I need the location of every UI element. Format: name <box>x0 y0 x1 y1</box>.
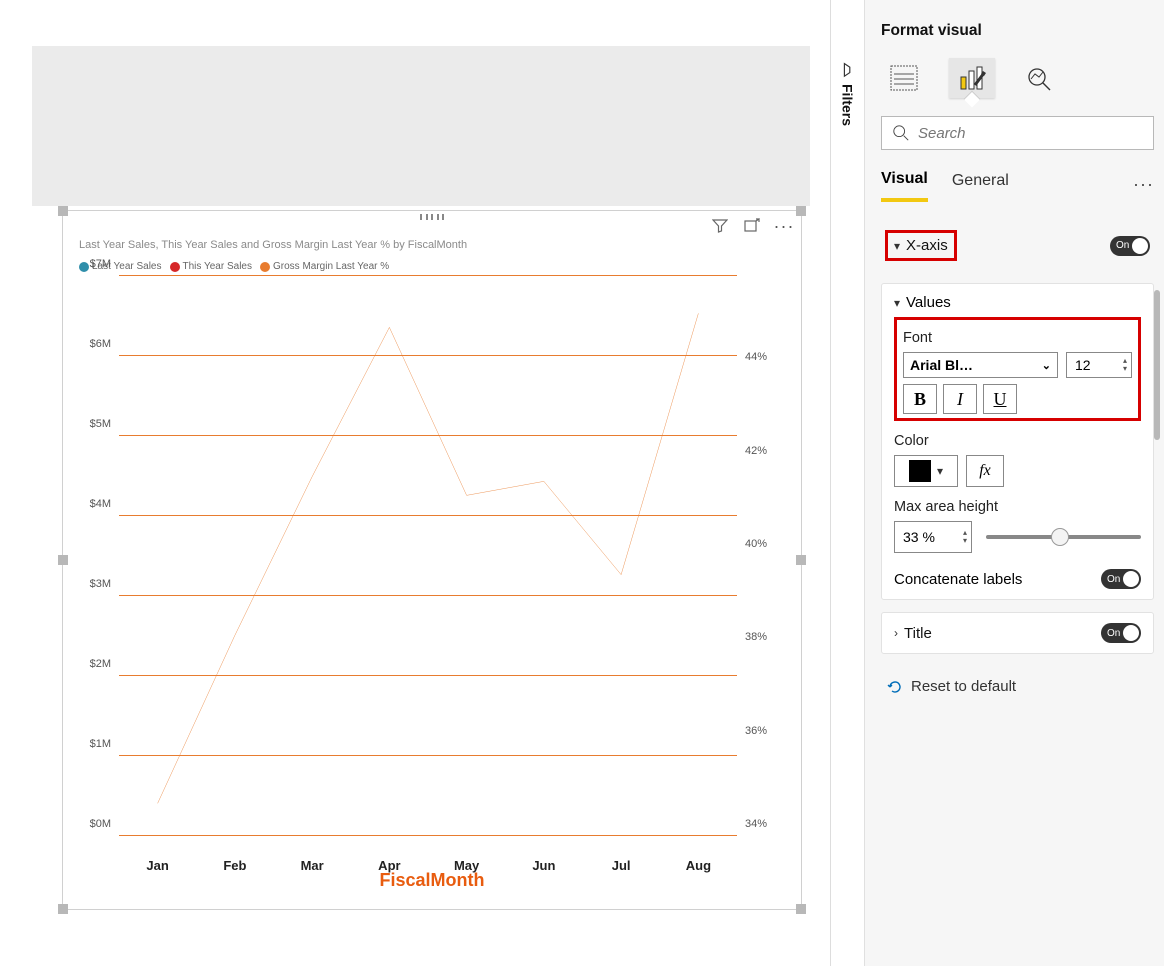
color-label: Color <box>894 433 1141 449</box>
gridline <box>119 835 737 836</box>
filter-icon[interactable] <box>711 217 729 235</box>
chevron-right-icon: › <box>894 626 898 640</box>
resize-handle[interactable] <box>58 904 68 914</box>
x-tick: Jan <box>146 858 168 873</box>
gridline <box>119 595 737 596</box>
max-height-label: Max area height <box>894 499 1141 515</box>
concat-label: Concatenate labels <box>894 571 1022 588</box>
resize-handle[interactable] <box>58 555 68 565</box>
chevron-down-icon: ▾ <box>894 239 900 253</box>
more-options-icon[interactable]: ··· <box>775 217 793 235</box>
x-axis-title: FiscalMonth <box>63 870 801 891</box>
y-left-tick: $2M <box>90 658 111 670</box>
filters-label: Filters <box>840 84 856 126</box>
search-input[interactable] <box>918 125 1143 142</box>
gridline <box>119 435 737 436</box>
focus-mode-icon[interactable] <box>743 217 761 235</box>
resize-handle[interactable] <box>796 206 806 216</box>
build-tab-icon[interactable] <box>881 58 927 98</box>
x-tick: May <box>454 858 479 873</box>
format-tab-icon[interactable] <box>949 58 995 98</box>
gridline <box>119 275 737 276</box>
y-right-tick: 44% <box>745 351 767 363</box>
y-right-tick: 40% <box>745 538 767 550</box>
pane-title: Format visual <box>881 8 1154 50</box>
chevron-down-icon: ⌄ <box>1042 359 1051 372</box>
y-left-tick: $7M <box>90 258 111 270</box>
section-title: › Title On <box>881 612 1154 654</box>
spinner-down-icon[interactable]: ▾ <box>963 537 967 545</box>
filters-pane-collapsed[interactable]: Filters <box>830 0 864 966</box>
visual-header: ··· <box>711 217 793 235</box>
color-picker[interactable]: ▾ <box>894 455 958 487</box>
pane-mode-tabs <box>881 50 1154 116</box>
y-left-tick: $6M <box>90 338 111 350</box>
x-tick: Aug <box>686 858 711 873</box>
resize-handle[interactable] <box>796 555 806 565</box>
y-right-tick: 36% <box>745 725 767 737</box>
y-left-tick: $1M <box>90 738 111 750</box>
spinner-down-icon[interactable]: ▾ <box>1123 365 1127 373</box>
section-values: ▾ Values Font Arial Bl…⌄ 12 ▴▾ B I U Col… <box>881 283 1154 600</box>
italic-button[interactable]: I <box>943 384 977 414</box>
analytics-tab-icon[interactable] <box>1017 58 1063 98</box>
x-tick: Mar <box>301 858 324 873</box>
chevron-down-icon: ▾ <box>937 464 943 478</box>
y-left-tick: $4M <box>90 498 111 510</box>
x-tick: Jul <box>612 858 631 873</box>
y-left-tick: $5M <box>90 418 111 430</box>
max-height-slider[interactable] <box>986 535 1141 539</box>
search-box[interactable] <box>881 116 1154 150</box>
format-pane: Format visual Visual General ··· ▾ X-axi… <box>864 0 1164 966</box>
font-family-select[interactable]: Arial Bl…⌄ <box>903 352 1058 378</box>
x-axis-toggle[interactable]: On <box>1110 236 1150 256</box>
max-height-input[interactable]: 33 % ▴▾ <box>894 521 972 553</box>
chart-legend: Last Year Sales This Year Sales Gross Ma… <box>63 257 801 276</box>
chevron-down-icon: ▾ <box>894 296 900 310</box>
x-tick: Jun <box>532 858 555 873</box>
fx-button[interactable]: fx <box>966 455 1004 487</box>
title-header[interactable]: › Title On <box>894 623 1141 643</box>
bold-button[interactable]: B <box>903 384 937 414</box>
underline-button[interactable]: U <box>983 384 1017 414</box>
chart-visual[interactable]: ··· Last Year Sales, This Year Sales and… <box>62 210 802 910</box>
gridline <box>119 515 737 516</box>
x-tick: Apr <box>378 858 400 873</box>
tab-visual[interactable]: Visual <box>881 166 928 202</box>
y-left-tick: $0M <box>90 818 111 830</box>
y-right-tick: 38% <box>745 631 767 643</box>
search-icon <box>892 124 910 142</box>
title-toggle[interactable]: On <box>1101 623 1141 643</box>
section-x-axis: ▾ X-axis On <box>881 220 1154 271</box>
format-tab-bar: Visual General ··· <box>881 166 1154 202</box>
x-tick: Feb <box>223 858 246 873</box>
x-axis-header[interactable]: ▾ X-axis <box>894 237 948 254</box>
font-size-input[interactable]: 12 ▴▾ <box>1066 352 1132 378</box>
y-right-tick: 42% <box>745 445 767 457</box>
reset-to-default[interactable]: Reset to default <box>881 666 1154 707</box>
gridline <box>119 355 737 356</box>
font-label: Font <box>903 330 1132 346</box>
y-left-tick: $3M <box>90 578 111 590</box>
gridline <box>119 675 737 676</box>
concat-toggle[interactable]: On <box>1101 569 1141 589</box>
values-header[interactable]: ▾ Values <box>894 294 1141 311</box>
scrollbar[interactable] <box>1154 290 1160 440</box>
report-canvas[interactable]: ··· Last Year Sales, This Year Sales and… <box>0 0 830 966</box>
expand-icon <box>839 60 857 78</box>
y-right-tick: 34% <box>745 818 767 830</box>
empty-visual-placeholder <box>32 46 810 206</box>
drag-handle[interactable] <box>420 214 444 220</box>
tab-general[interactable]: General <box>952 168 1009 200</box>
tab-more-icon[interactable]: ··· <box>1133 174 1154 195</box>
plot-area: $0M$1M$2M$3M$4M$5M$6M$7M 34%36%38%40%42%… <box>75 276 781 836</box>
resize-handle[interactable] <box>58 206 68 216</box>
resize-handle[interactable] <box>796 904 806 914</box>
gridline <box>119 755 737 756</box>
